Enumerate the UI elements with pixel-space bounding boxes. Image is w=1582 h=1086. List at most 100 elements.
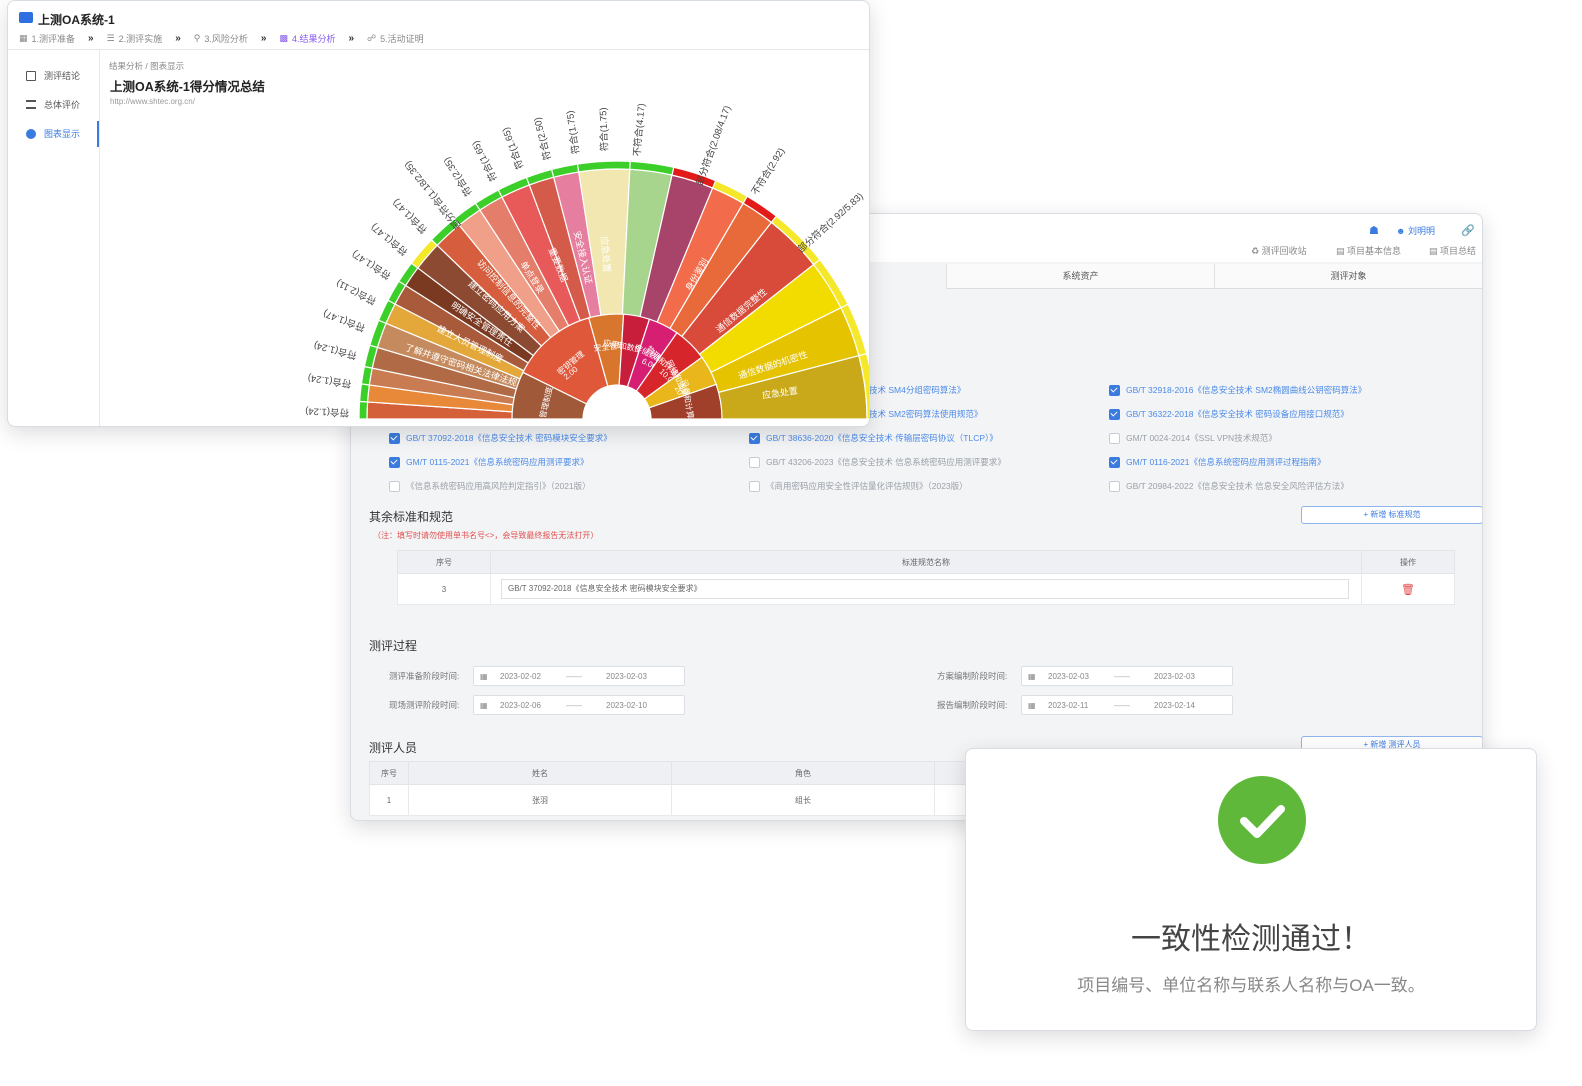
standard-label: 《商用密码应用安全性评估量化评估规则》（2023版） [766, 481, 968, 491]
standard-label: GB/T 38636-2020《信息安全技术 传输层密码协议（TLCP）》 [766, 433, 998, 443]
checkbox-icon[interactable] [1109, 408, 1120, 420]
standard-checkbox[interactable]: GB/T 32918-2016《信息安全技术 SM2椭圆曲线公钥密码算法》 [1109, 384, 1366, 396]
standard-label: GB/T 32918-2016《信息安全技术 SM2椭圆曲线公钥密码算法》 [1126, 385, 1367, 395]
date-range-picker[interactable]: ▦ 2023-02-06 —— 2023-02-10 [473, 695, 685, 715]
standard-label: GB/T 43206-2023《信息安全技术 信息系统密码应用测评要求》 [766, 457, 1006, 467]
add-standard-button[interactable]: + 新增 标准规范 [1301, 506, 1482, 524]
date-range-label: 测评准备阶段时间: [389, 671, 460, 681]
date-start: 2023-02-02 [500, 671, 541, 681]
outer-label: 符合(2.50) [531, 116, 553, 161]
col-header-action: 操作 [1361, 550, 1455, 574]
sunburst-chart: 管理制度密钥管理2.00安全管理应用和数据安全存储数据6.00物理和环境安全10… [305, 103, 869, 426]
outer-label: 符合(1.24) [305, 405, 349, 419]
tab-system-assets[interactable]: 系统资产 [946, 264, 1214, 288]
staff-role: 组长 [671, 784, 935, 816]
checkbox-icon[interactable] [749, 432, 760, 444]
result-chart-window: 上测OA系统-1 ▦ 1.测评准备 » ☰ 2.测评实施 » ⚲ 3.风险分析 » ▩… [7, 0, 870, 427]
standard-checkbox[interactable]: GB/T 43206-2023《信息安全技术 信息系统密码应用测评要求》 [749, 456, 1006, 468]
outer-label: 符合(1.75) [597, 107, 611, 151]
checkbox-icon[interactable] [1109, 384, 1120, 396]
standard-checkbox[interactable]: 《信息系统密码应用高风险判定指引》（2021版） [389, 480, 591, 492]
date-range-picker[interactable]: ▦ 2023-02-03 —— 2023-02-03 [1021, 666, 1233, 686]
date-end: 2023-02-14 [1154, 700, 1195, 710]
standard-label: GM/T 0024-2014《SSL VPN技术规范》 [1126, 433, 1277, 443]
outer-label: 符合(1.47) [350, 248, 393, 282]
date-end: 2023-02-10 [606, 700, 647, 710]
col-header-name: 标准规范名称 [490, 550, 1362, 574]
other-standards-table: 序号 标准规范名称 操作 3 GB/T 37092-2018《信息安全技术 密码… [397, 550, 1455, 605]
standard-checkbox[interactable]: GM/T 0116-2021《信息系统密码应用测评过程指南》 [1109, 456, 1325, 468]
checkbox-icon[interactable] [389, 432, 400, 444]
user-menu[interactable]: ☻ 刘明明 [1396, 224, 1435, 237]
date-separator: —— [566, 671, 582, 681]
calendar-icon: ▦ [480, 700, 488, 710]
standard-name-input[interactable]: GB/T 37092-2018《信息安全技术 密码模块安全要求》 [501, 579, 1349, 599]
user-name: 刘明明 [1407, 226, 1435, 236]
calendar-icon: ▦ [1028, 671, 1036, 681]
standard-checkbox[interactable]: GB/T 38636-2020《信息安全技术 传输层密码协议（TLCP）》 [749, 432, 998, 444]
asset-tabs: 系统资产 测评对象 [946, 264, 1482, 289]
standard-label: 技术 SM2密码算法使用规范》 [869, 409, 983, 419]
standard-label: GM/T 0116-2021《信息系统密码应用测评过程指南》 [1126, 457, 1326, 467]
outer-label: 符合(1.75) [564, 110, 582, 155]
link-icon[interactable]: 🔗 [1461, 224, 1475, 237]
date-range-picker[interactable]: ▦ 2023-02-02 —— 2023-02-03 [473, 666, 685, 686]
date-range-picker[interactable]: ▦ 2023-02-11 —— 2023-02-14 [1021, 695, 1233, 715]
calendar-icon: ▦ [1028, 700, 1036, 710]
calendar-icon: ▦ [480, 671, 488, 681]
standard-checkbox[interactable]: GM/T 0024-2014《SSL VPN技术规范》 [1109, 432, 1277, 444]
outer-label: 不符合(2.92) [749, 146, 787, 198]
project-info-link[interactable]: ▤ 项目基本信息 [1336, 244, 1401, 257]
date-range-label: 方案编制阶段时间: [937, 671, 1008, 681]
date-separator: —— [1114, 671, 1130, 681]
outer-label: 符合(1.47) [368, 221, 410, 258]
outer-label: 符合(1.24) [313, 339, 358, 361]
project-summary-link[interactable]: ▤ 项目总结 [1429, 244, 1476, 257]
checkbox-icon[interactable] [749, 480, 760, 492]
outer-label: 符合(1.47) [390, 196, 429, 235]
date-separator: —— [566, 700, 582, 710]
col-header-name: 姓名 [408, 761, 672, 785]
outer-label: 不符合(4.17) [631, 103, 648, 157]
row-index: 3 [397, 573, 491, 605]
standard-checkbox[interactable]: GB/T 36322-2018《信息安全技术 密码设备应用接口规范》 [1109, 408, 1349, 420]
tab-test-objects[interactable]: 测评对象 [1214, 264, 1482, 288]
checkbox-icon[interactable] [1109, 456, 1120, 468]
success-title: 一致性检测通过！ [1131, 923, 1371, 956]
date-end: 2023-02-03 [1154, 671, 1195, 681]
outer-label: 部分符合(2.08/4.17) [693, 104, 733, 187]
checkbox-icon[interactable] [1109, 432, 1120, 444]
success-dialog: 一致性检测通过！ 项目编号、单位名称与联系人名称与OA一致。 [965, 748, 1537, 1031]
outer-label: 符合(1.65) [469, 139, 499, 184]
checkbox-icon[interactable] [1109, 480, 1120, 492]
date-separator: —— [1114, 700, 1130, 710]
outer-label: 符合(1.24) [307, 372, 352, 390]
standard-checkbox[interactable]: 《商用密码应用安全性评估量化评估规则》（2023版） [749, 480, 968, 492]
checkbox-icon[interactable] [389, 480, 400, 492]
staff-title: 测评人员 [369, 741, 418, 755]
standard-label: GB/T 20984-2022《信息安全技术 信息安全风险评估方法》 [1126, 481, 1349, 491]
success-subtitle: 项目编号、单位名称与联系人名称与OA一致。 [1077, 976, 1425, 995]
standard-label: GM/T 0115-2021《信息系统密码应用测评要求》 [406, 457, 589, 467]
home-icon[interactable]: ☗ [1369, 224, 1379, 237]
outer-label: 符合(2.11) [334, 277, 378, 307]
standard-label: GB/T 37092-2018《信息安全技术 密码模块安全要求》 [406, 433, 612, 443]
date-range-label: 报告编制阶段时间: [937, 700, 1008, 710]
process-title: 测评过程 [369, 639, 418, 653]
standard-label: 《信息系统密码应用高风险判定指引》（2021版） [406, 481, 591, 491]
outer-label: 符合(1.65) [500, 126, 527, 171]
date-start: 2023-02-11 [1048, 700, 1089, 710]
standard-checkbox[interactable]: GM/T 0115-2021《信息系统密码应用测评要求》 [389, 456, 588, 468]
standard-checkbox[interactable]: GB/T 37092-2018《信息安全技术 密码模块安全要求》 [389, 432, 612, 444]
compliance-ring-segment[interactable] [358, 383, 371, 403]
checkbox-icon[interactable] [389, 456, 400, 468]
date-start: 2023-02-03 [1048, 671, 1089, 681]
outer-label: 部分符合(2.92/5.83) [795, 190, 865, 255]
checkbox-icon[interactable] [749, 456, 760, 468]
row-index: 1 [369, 784, 409, 816]
delete-icon[interactable]: 🗑 [1401, 584, 1415, 596]
standard-checkbox[interactable]: GB/T 20984-2022《信息安全技术 信息安全风险评估方法》 [1109, 480, 1349, 492]
other-standards-title: 其余标准和规范 [369, 510, 454, 524]
recycle-link[interactable]: ♻ 测评回收站 [1251, 244, 1307, 257]
compliance-ring-segment[interactable] [358, 400, 369, 420]
